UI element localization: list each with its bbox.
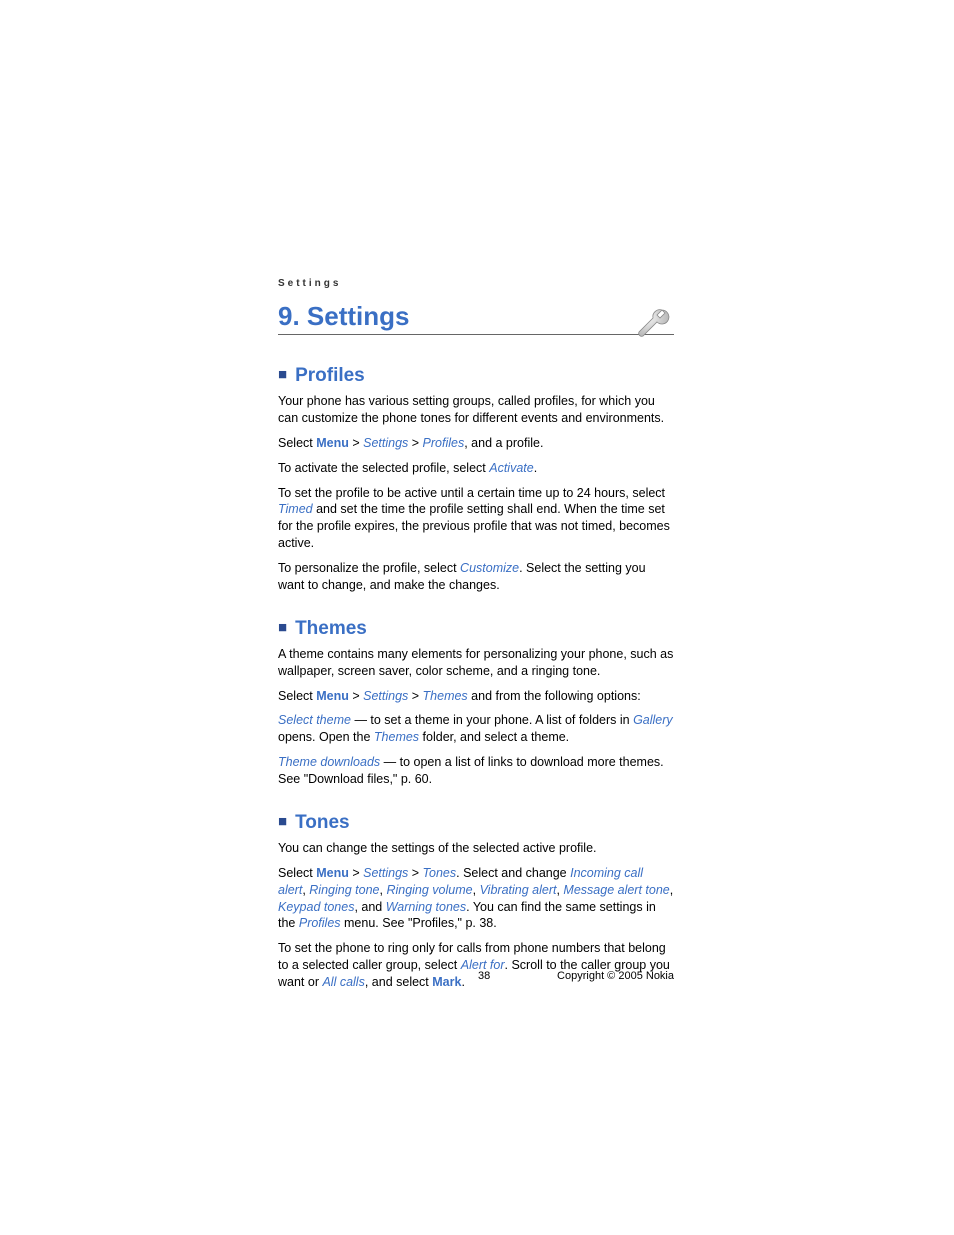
text: , and a profile. (464, 436, 543, 450)
page-content: Settings 9. Settings ■ Profiles Your phon… (278, 278, 674, 1015)
paragraph: To personalize the profile, select Custo… (278, 560, 674, 594)
menu-term: Menu (316, 866, 349, 880)
copyright-text: Copyright © 2005 Nokia (557, 970, 674, 982)
text: Select (278, 866, 316, 880)
text: To set the profile to be active until a … (278, 486, 665, 500)
paragraph: Theme downloads — to open a list of link… (278, 754, 674, 788)
paragraph: Select Menu > Settings > Themes and from… (278, 688, 674, 705)
menu-term: Menu (316, 689, 349, 703)
menu-term: Settings (363, 436, 408, 450)
section-themes: ■ Themes A theme contains many elements f… (278, 618, 674, 788)
page-number: 38 (478, 970, 490, 982)
text: > (349, 689, 363, 703)
paragraph: You can change the settings of the selec… (278, 840, 674, 857)
text: , and (354, 900, 385, 914)
paragraph: Select Menu > Settings > Tones. Select a… (278, 865, 674, 933)
menu-term: All calls (322, 975, 364, 989)
section-title-text: Tones (295, 812, 350, 833)
paragraph: To set the profile to be active until a … (278, 485, 674, 553)
menu-term: Gallery (633, 713, 673, 727)
menu-term: Message alert tone (563, 883, 669, 897)
paragraph: To set the phone to ring only for calls … (278, 940, 674, 991)
paragraph: Your phone has various setting groups, c… (278, 393, 674, 427)
text: To activate the selected profile, select (278, 461, 489, 475)
paragraph: A theme contains many elements for perso… (278, 646, 674, 680)
text: and from the following options: (468, 689, 641, 703)
text: > (408, 689, 422, 703)
wrench-icon (632, 302, 676, 346)
text: Select (278, 436, 316, 450)
running-header: Settings (278, 278, 674, 289)
menu-term: Ringing tone (309, 883, 379, 897)
section-title-text: Themes (295, 618, 367, 639)
section-title-profiles: ■ Profiles (278, 365, 674, 387)
menu-term: Settings (363, 866, 408, 880)
menu-term: Vibrating alert (480, 883, 557, 897)
menu-term: Activate (489, 461, 533, 475)
text: , and select (365, 975, 432, 989)
section-tones: ■ Tones You can change the settings of th… (278, 812, 674, 991)
menu-term: Ringing volume (386, 883, 472, 897)
text: — to set a theme in your phone. A list o… (351, 713, 633, 727)
text: > (408, 866, 422, 880)
section-profiles: ■ Profiles Your phone has various setting… (278, 365, 674, 594)
text: > (349, 866, 363, 880)
text: and set the time the profile setting sha… (278, 502, 670, 550)
text: . (534, 461, 537, 475)
text: , (473, 883, 480, 897)
text: opens. Open the (278, 730, 374, 744)
square-bullet-icon: ■ (278, 813, 287, 830)
menu-term: Select theme (278, 713, 351, 727)
menu-term: Keypad tones (278, 900, 354, 914)
menu-term: Mark (432, 975, 461, 989)
square-bullet-icon: ■ (278, 619, 287, 636)
menu-term: Customize (460, 561, 519, 575)
menu-term: Tones (423, 866, 457, 880)
paragraph: To activate the selected profile, select… (278, 460, 674, 477)
text: folder, and select a theme. (419, 730, 569, 744)
section-title-themes: ■ Themes (278, 618, 674, 640)
menu-term: Settings (363, 689, 408, 703)
text: . (461, 975, 464, 989)
menu-term: Themes (374, 730, 419, 744)
menu-term: Themes (423, 689, 468, 703)
paragraph: Select Menu > Settings > Profiles, and a… (278, 435, 674, 452)
menu-term: Profiles (423, 436, 465, 450)
menu-term: Warning tones (386, 900, 466, 914)
text: > (349, 436, 363, 450)
menu-term: Profiles (299, 916, 341, 930)
paragraph: Select theme — to set a theme in your ph… (278, 712, 674, 746)
chapter-title: 9. Settings (278, 301, 674, 335)
text: menu. See "Profiles," p. 38. (341, 916, 497, 930)
section-title-tones: ■ Tones (278, 812, 674, 834)
text: To personalize the profile, select (278, 561, 460, 575)
menu-term: Menu (316, 436, 349, 450)
text: > (408, 436, 422, 450)
section-title-text: Profiles (295, 365, 365, 386)
text: . Select and change (456, 866, 570, 880)
square-bullet-icon: ■ (278, 366, 287, 383)
text: , (670, 883, 673, 897)
menu-term: Theme downloads (278, 755, 380, 769)
menu-term: Timed (278, 502, 313, 516)
text: Select (278, 689, 316, 703)
